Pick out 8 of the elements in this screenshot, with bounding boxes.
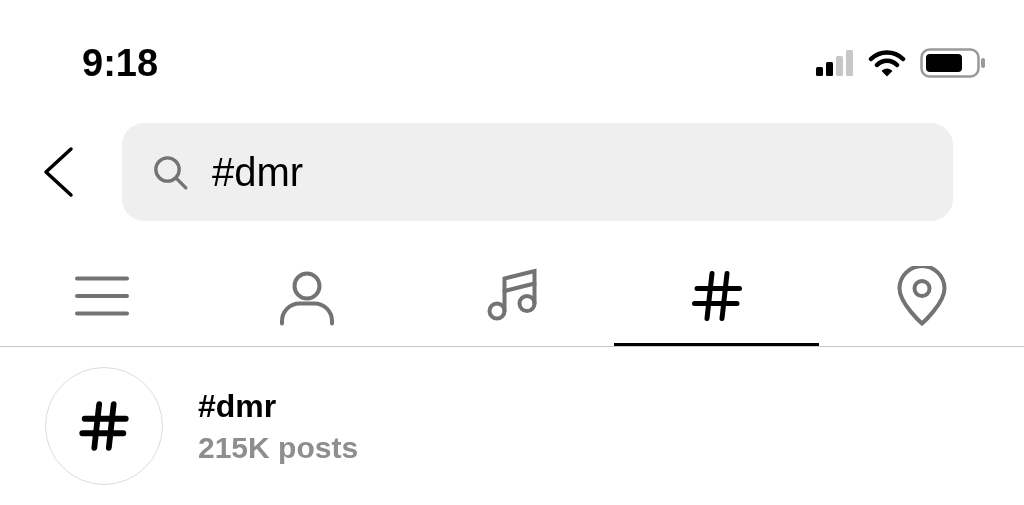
search-field[interactable]: #dmr [122, 123, 953, 221]
result-subtitle: 215K posts [198, 430, 359, 465]
battery-icon [920, 48, 986, 78]
signal-icon [816, 50, 854, 76]
back-icon[interactable] [42, 146, 74, 198]
status-time: 9:18 [82, 41, 159, 86]
wifi-icon [868, 49, 906, 77]
result-title[interactable]: #dmr [198, 387, 359, 425]
